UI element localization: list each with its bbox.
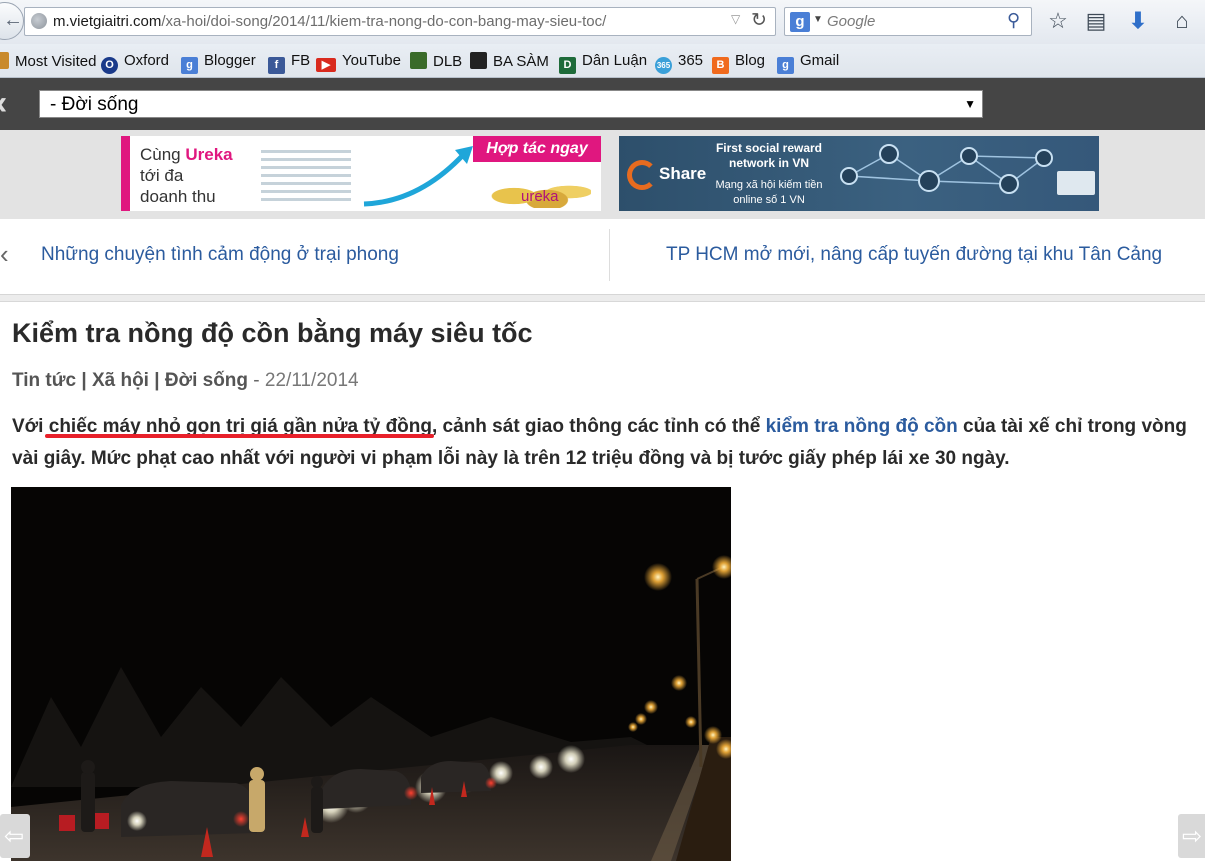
share-ad-banner[interactable]: Share First social reward network in VN … xyxy=(619,136,1099,211)
bookmark-fb[interactable]: f FB xyxy=(268,52,310,74)
home-icon[interactable]: ⌂ xyxy=(1168,6,1196,36)
share-logo-icon xyxy=(627,160,657,190)
google-icon: g xyxy=(181,57,198,74)
slide-prev-button[interactable]: ⇦ xyxy=(0,814,30,858)
next-article-link[interactable]: TP HCM mở mới, nâng cấp tuyến đường tại … xyxy=(666,244,1162,266)
blogger-icon: B xyxy=(712,57,729,74)
section-separator xyxy=(0,295,1205,302)
bookmark-star-icon[interactable]: ☆ xyxy=(1044,6,1072,36)
basam-icon xyxy=(470,52,487,69)
ureka-ad-banner[interactable]: Cùng Ureka tới đa doanh thu Hợp tác ngay… xyxy=(121,136,601,211)
growth-arrow-icon xyxy=(363,146,473,207)
chevron-down-icon: ▼ xyxy=(964,97,976,111)
arrow-right-icon: ⇨ xyxy=(1182,823,1203,850)
arrow-left-icon: ⇦ xyxy=(4,823,25,850)
google-icon: g xyxy=(777,57,794,74)
prev-article-link[interactable]: Những chuyện tình cảm động ở trại phong xyxy=(41,244,399,266)
nav-divider xyxy=(609,229,610,281)
bookmark-blogger[interactable]: g Blogger xyxy=(181,52,256,74)
night-checkpoint-scene xyxy=(11,487,731,861)
article-meta: Tin tức | Xã hội | Đời sống - 22/11/2014 xyxy=(12,370,359,392)
bookmark-dlb[interactable]: DLB xyxy=(410,52,462,72)
underlined-highlight: chiếc máy nhỏ gọn trị giá gần nửa tỷ đồn… xyxy=(48,416,432,437)
alcohol-test-link[interactable]: kiểm tra nồng độ cồn xyxy=(766,416,958,437)
category-select[interactable]: - Đời sống ▼ xyxy=(39,90,983,118)
bookmark-blog[interactable]: B Blog xyxy=(712,52,765,74)
share-wordmark: Share xyxy=(659,164,707,183)
article-lead: Với chiếc máy nhỏ gọn trị giá gần nửa tỷ… xyxy=(12,416,1187,469)
share-tagline-vi: Mạng xã hội kiếm tiền online số 1 VN xyxy=(715,179,823,206)
category-select-value: - Đời sống xyxy=(50,94,139,115)
google-icon[interactable]: g xyxy=(790,12,810,32)
search-engine-dropdown-icon[interactable]: ▼ xyxy=(813,14,823,25)
chart-illustration xyxy=(261,150,351,206)
bookmarks-menu-icon[interactable]: ▤ xyxy=(1082,6,1110,36)
search-placeholder: Google xyxy=(827,13,876,30)
site-header: ‹ - Đời sống ▼ xyxy=(0,78,1205,130)
ureka-ad-text: Cùng Ureka tới đa doanh thu xyxy=(140,145,233,206)
menu-back-chevron-icon[interactable]: ‹ xyxy=(0,84,7,123)
most-visited-icon xyxy=(0,52,9,69)
bookmark-youtube[interactable]: ▶ YouTube xyxy=(316,52,401,72)
search-bar[interactable]: g ▼ Google ⚲ xyxy=(784,7,1032,36)
bookmark-oxford[interactable]: O Oxford xyxy=(101,52,169,74)
url-bar[interactable]: m.vietgiaitri.com/xa-hoi/doi-song/2014/1… xyxy=(24,7,776,36)
article-photo xyxy=(11,487,731,861)
article-prev-next-nav: ‹ Những chuyện tình cảm động ở trại phon… xyxy=(0,219,1205,295)
url-history-dropdown-icon[interactable]: ▽ xyxy=(731,12,740,26)
bookmark-most-visited[interactable]: Most Visited xyxy=(0,52,96,72)
reload-icon[interactable]: ↻ xyxy=(751,9,767,32)
ureka-cta-button[interactable]: Hợp tác ngay xyxy=(473,136,601,162)
youtube-icon: ▶ xyxy=(316,58,336,72)
article-categories[interactable]: Tin tức | Xã hội | Đời sống xyxy=(12,370,248,391)
slide-next-button[interactable]: ⇨ xyxy=(1178,814,1205,858)
bookmark-danluan[interactable]: D Dân Luận xyxy=(559,52,647,74)
bookmark-gmail[interactable]: g Gmail xyxy=(777,52,839,74)
browser-navbar: ← m.vietgiaitri.com/xa-hoi/doi-song/2014… xyxy=(0,0,1205,44)
site-identity-icon[interactable] xyxy=(31,13,47,29)
download-icon[interactable]: ⬇ xyxy=(1124,6,1152,36)
search-icon[interactable]: ⚲ xyxy=(1007,10,1020,31)
bookmark-basam[interactable]: BA SÀM xyxy=(470,52,549,72)
facebook-icon: f xyxy=(268,57,285,74)
365-icon: 365 xyxy=(655,57,672,74)
article-title: Kiểm tra nồng độ cồn bằng máy siêu tốc xyxy=(12,318,533,348)
oxford-icon: O xyxy=(101,57,118,74)
bookmark-365[interactable]: 365 365 xyxy=(655,52,703,74)
url-text[interactable]: m.vietgiaitri.com/xa-hoi/doi-song/2014/1… xyxy=(53,13,606,30)
bookmarks-toolbar: Most Visited O Oxford g Blogger f FB ▶ YouTu… xyxy=(0,44,1205,78)
article-date: 22/11/2014 xyxy=(264,370,359,391)
ureka-accent-bar xyxy=(121,136,130,211)
meta-separator: - xyxy=(248,370,265,391)
ureka-logo: ureka xyxy=(521,188,559,205)
dlb-icon xyxy=(410,52,427,69)
back-arrow-icon: ← xyxy=(3,9,23,31)
ad-banner-area: Cùng Ureka tới đa doanh thu Hợp tác ngay… xyxy=(0,130,1205,219)
danluan-icon: D xyxy=(559,57,576,74)
chevron-left-icon[interactable]: ‹ xyxy=(0,239,9,270)
back-button[interactable]: ← xyxy=(0,2,24,40)
share-tagline-en: First social reward network in VN xyxy=(715,141,823,170)
network-illustration xyxy=(840,144,1095,195)
